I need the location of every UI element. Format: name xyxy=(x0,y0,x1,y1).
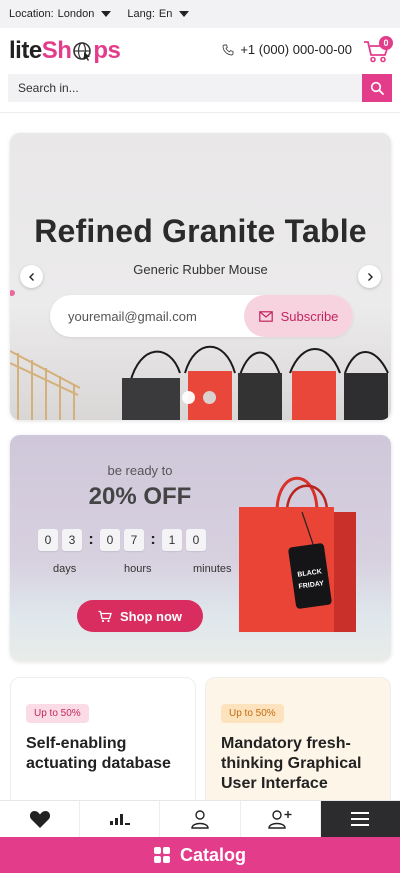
location-selector[interactable]: Location: London xyxy=(9,8,112,20)
nav-favorites[interactable] xyxy=(0,801,81,837)
caret-down-icon xyxy=(101,11,112,17)
slider-dot-2[interactable] xyxy=(203,391,216,404)
location-value: London xyxy=(57,8,95,20)
header-divider xyxy=(0,112,400,113)
countdown-digit: 0 xyxy=(38,529,58,551)
promo-banner: be ready to 20% OFF 0 3 : 0 7 : 1 0 days… xyxy=(10,435,391,661)
countdown-colon: : xyxy=(150,531,156,548)
search-button[interactable] xyxy=(362,74,392,102)
location-label: Location: xyxy=(9,8,54,20)
catalog-button[interactable]: Catalog xyxy=(0,837,400,873)
phone-icon xyxy=(222,44,234,55)
page: Location: London Lang: En lite Sh ps +1 … xyxy=(0,0,400,873)
phone-number: +1 (000) 000-00-00 xyxy=(240,42,352,57)
countdown-digit: 3 xyxy=(62,529,82,551)
add-user-icon xyxy=(268,810,292,829)
cart-button[interactable]: 0 xyxy=(363,36,393,64)
subscribe-form: Subscribe xyxy=(50,295,353,337)
nav-register[interactable] xyxy=(241,801,321,837)
top-bar: Location: London Lang: En xyxy=(0,0,400,28)
product-card[interactable]: Up to 50% Mandatory fresh-thinking Graph… xyxy=(205,677,391,817)
caret-down-icon xyxy=(179,11,190,17)
logo-text-shops: Sh ps xyxy=(42,37,121,65)
menu-icon xyxy=(351,812,370,826)
card-title: Mandatory fresh-thinking Graphical User … xyxy=(221,735,362,792)
hero-title: Refined Granite Table xyxy=(34,213,367,249)
countdown-timer: 0 3 : 0 7 : 1 0 xyxy=(38,529,210,551)
search-bar xyxy=(8,74,392,102)
phone-link[interactable]: +1 (000) 000-00-00 xyxy=(222,42,352,57)
globe-cursor-icon xyxy=(73,42,92,61)
countdown-digit: 0 xyxy=(100,529,120,551)
discount-badge: Up to 50% xyxy=(26,704,89,723)
countdown-label-minutes: minutes xyxy=(193,563,232,575)
chevron-right-icon xyxy=(367,272,373,281)
hero-subtitle: Generic Rubber Mouse xyxy=(133,262,268,277)
nav-compare[interactable] xyxy=(80,801,161,837)
search-input[interactable] xyxy=(8,74,362,102)
lang-value: En xyxy=(158,8,173,20)
chevron-left-icon xyxy=(28,272,34,281)
countdown-digit: 0 xyxy=(186,529,206,551)
subscribe-label: Subscribe xyxy=(280,308,339,324)
email-field[interactable] xyxy=(50,308,244,324)
cart-count-badge: 0 xyxy=(379,36,393,50)
logo-text-ps: ps xyxy=(93,37,121,64)
subscribe-button[interactable]: Subscribe xyxy=(244,295,353,337)
shop-now-label: Shop now xyxy=(119,608,183,624)
countdown-colon: : xyxy=(88,531,94,548)
promo-headline: 20% OFF xyxy=(88,483,192,510)
header: lite Sh ps +1 (000) 000-00-00 0 xyxy=(0,28,400,74)
logo[interactable]: lite Sh ps xyxy=(9,37,121,65)
stats-icon xyxy=(109,814,130,825)
lang-label: Lang: xyxy=(127,8,155,20)
slider-next-button[interactable] xyxy=(358,265,381,288)
nav-account[interactable] xyxy=(160,801,241,837)
shopping-bag-illustration: BLACK FRIDAY xyxy=(239,476,356,632)
search-icon xyxy=(370,81,384,95)
user-icon xyxy=(191,810,209,829)
grid-icon xyxy=(153,847,170,863)
slider-dots xyxy=(182,391,216,404)
promo-ready-text: be ready to xyxy=(107,463,173,478)
countdown-digit: 1 xyxy=(162,529,182,551)
bottom-nav xyxy=(0,800,400,837)
logo-text-sh: Sh xyxy=(41,37,72,64)
catalog-label: Catalog xyxy=(179,844,246,865)
countdown-digit: 7 xyxy=(124,529,144,551)
slider-prev-button[interactable] xyxy=(20,265,43,288)
slider-dot-1[interactable] xyxy=(182,391,195,404)
countdown-label-hours: hours xyxy=(124,563,152,575)
countdown-label-days: days xyxy=(53,563,77,575)
nav-menu[interactable] xyxy=(320,801,400,837)
logo-text-lite: lite xyxy=(9,37,42,64)
card-title: Self-enabling actuating database xyxy=(26,735,171,772)
heart-icon xyxy=(29,811,50,828)
discount-badge: Up to 50% xyxy=(221,704,284,723)
shop-now-button[interactable]: Shop now xyxy=(77,600,203,632)
language-selector[interactable]: Lang: En xyxy=(127,8,190,20)
hero-slider: Refined Granite Table Generic Rubber Mou… xyxy=(10,133,391,420)
product-card[interactable]: Up to 50% Self-enabling actuating databa… xyxy=(10,677,196,817)
mail-icon xyxy=(258,310,273,322)
cart-icon xyxy=(98,610,112,622)
